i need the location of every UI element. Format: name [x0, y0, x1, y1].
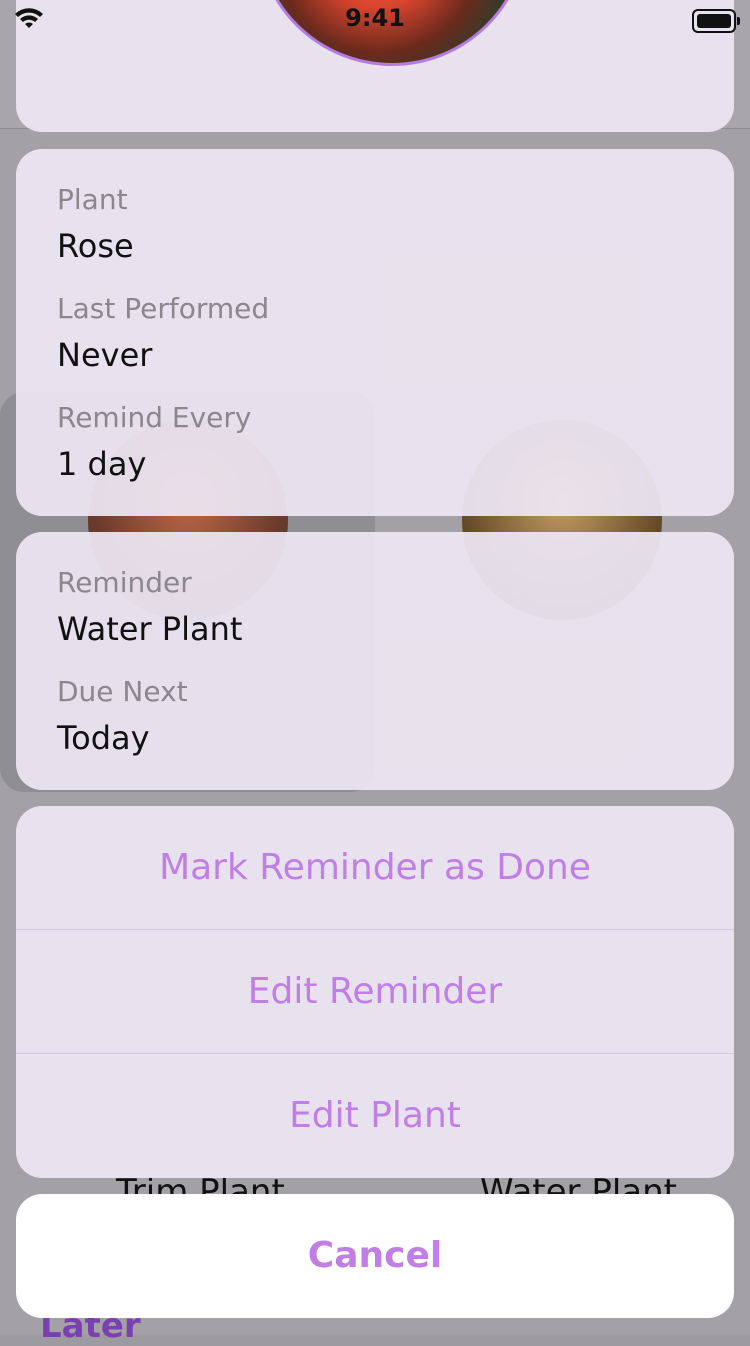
reminder-info-card: Reminder Water Plant Due Next Today [16, 532, 734, 790]
remind-every-value: 1 day [57, 445, 147, 483]
last-performed-value: Never [57, 336, 153, 374]
due-next-label: Due Next [57, 675, 188, 708]
mark-done-button[interactable]: Mark Reminder as Done [16, 806, 734, 929]
plant-info-card: Plant Rose Last Performed Never Remind E… [16, 149, 734, 516]
edit-plant-button[interactable]: Edit Plant [16, 1054, 734, 1177]
last-performed-label: Last Performed [57, 292, 270, 325]
reminder-value: Water Plant [57, 610, 243, 648]
plant-label: Plant [57, 183, 128, 216]
plant-value: Rose [57, 227, 134, 265]
cancel-button[interactable]: Cancel [16, 1194, 734, 1318]
due-next-value: Today [57, 719, 150, 757]
reminder-label: Reminder [57, 566, 192, 599]
remind-every-label: Remind Every [57, 401, 252, 434]
battery-icon [692, 9, 740, 33]
status-bar: 9:41 [0, 0, 750, 40]
status-time: 9:41 [345, 4, 405, 32]
edit-reminder-button[interactable]: Edit Reminder [16, 930, 734, 1053]
action-sheet: Mark Reminder as Done Edit Reminder Edit… [16, 806, 734, 1178]
